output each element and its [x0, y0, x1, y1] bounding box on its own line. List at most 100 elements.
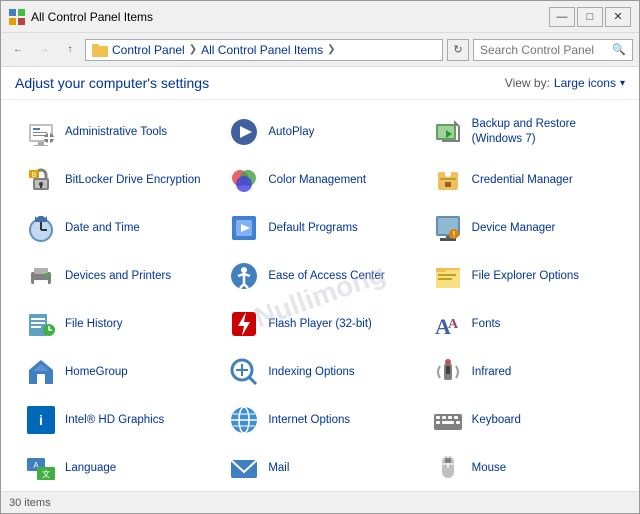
flash-icon — [228, 308, 260, 340]
control-item-label-credential: Credential Manager — [472, 173, 573, 188]
intel-graphics-icon: i — [25, 404, 57, 436]
control-item-label-file-explorer: File Explorer Options — [472, 269, 579, 284]
control-item-color-mgmt[interactable]: Color Management — [218, 156, 421, 204]
control-item-label-devices-printers: Devices and Printers — [65, 269, 171, 284]
homegroup-icon — [25, 356, 57, 388]
view-by-value[interactable]: Large icons — [554, 76, 616, 90]
minimize-button[interactable]: — — [549, 7, 575, 27]
title-bar: All Control Panel Items — □ ✕ — [1, 1, 639, 33]
path-sep-1: ❯ — [189, 44, 197, 55]
control-item-label-keyboard: Keyboard — [472, 413, 521, 428]
control-item-label-default-programs: Default Programs — [268, 221, 357, 236]
control-item-label-datetime: Date and Time — [65, 221, 140, 236]
mail-icon — [228, 452, 260, 484]
control-item-label-color-mgmt: Color Management — [268, 173, 366, 188]
path-sep-2: ❯ — [327, 44, 335, 55]
keyboard-icon — [432, 404, 464, 436]
svg-text:i: i — [39, 412, 43, 428]
content-area: Adjust your computer's settings View by:… — [1, 67, 639, 491]
backup-icon — [432, 116, 464, 148]
devices-printers-icon — [25, 260, 57, 292]
control-item-file-explorer[interactable]: File Explorer Options — [422, 252, 625, 300]
header-bar: Adjust your computer's settings View by:… — [1, 67, 639, 100]
control-item-label-internet-options: Internet Options — [268, 413, 350, 428]
svg-text:B: B — [32, 172, 37, 179]
main-content: Adjust your computer's settings View by:… — [1, 67, 639, 491]
control-item-mail[interactable]: Mail — [218, 444, 421, 491]
color-mgmt-icon — [228, 164, 260, 196]
search-icon[interactable]: 🔍 — [612, 43, 626, 56]
device-manager-icon: ! — [432, 212, 464, 244]
control-item-label-bitlocker: BitLocker Drive Encryption — [65, 173, 201, 188]
refresh-button[interactable]: ↻ — [447, 39, 469, 61]
control-item-credential[interactable]: Credential Manager — [422, 156, 625, 204]
search-input[interactable] — [480, 43, 608, 57]
control-item-label-intel-graphics: Intel® HD Graphics — [65, 413, 164, 428]
items-container: Nullimong Administrative ToolsAutoPlayBa… — [1, 100, 639, 491]
svg-text:A: A — [448, 317, 459, 332]
control-item-label-file-history: File History — [65, 317, 123, 332]
close-button[interactable]: ✕ — [605, 7, 631, 27]
status-bar: 30 items — [1, 491, 639, 513]
control-item-backup[interactable]: Backup and Restore (Windows 7) — [422, 108, 625, 156]
view-chevron-icon[interactable]: ▾ — [620, 78, 625, 89]
window-controls: — □ ✕ — [549, 7, 631, 27]
control-item-device-manager[interactable]: ! Device Manager — [422, 204, 625, 252]
control-item-label-flash: Flash Player (32-bit) — [268, 317, 372, 332]
control-item-label-autoplay: AutoPlay — [268, 125, 314, 140]
control-item-label-device-manager: Device Manager — [472, 221, 556, 236]
control-item-label-mouse: Mouse — [472, 461, 507, 476]
control-item-label-homegroup: HomeGroup — [65, 365, 128, 380]
control-item-label-indexing: Indexing Options — [268, 365, 354, 380]
control-item-label-admin-tools: Administrative Tools — [65, 125, 167, 140]
folder-icon — [92, 42, 108, 58]
control-item-devices-printers[interactable]: Devices and Printers — [15, 252, 218, 300]
control-item-homegroup[interactable]: HomeGroup — [15, 348, 218, 396]
control-item-internet-options[interactable]: Internet Options — [218, 396, 421, 444]
control-item-fonts[interactable]: AAFonts — [422, 300, 625, 348]
control-item-ease-access[interactable]: Ease of Access Center — [218, 252, 421, 300]
control-item-mouse[interactable]: Mouse — [422, 444, 625, 491]
path-part-2[interactable]: All Control Panel Items — [201, 43, 323, 57]
indexing-icon — [228, 356, 260, 388]
forward-button[interactable]: → — [33, 39, 55, 61]
internet-options-icon — [228, 404, 260, 436]
control-item-file-history[interactable]: File History — [15, 300, 218, 348]
search-box[interactable]: 🔍 — [473, 39, 633, 61]
window-title: All Control Panel Items — [31, 10, 153, 24]
control-item-label-infrared: Infrared — [472, 365, 512, 380]
address-path[interactable]: Control Panel ❯ All Control Panel Items … — [85, 39, 443, 61]
window-icon — [9, 9, 25, 25]
control-item-datetime[interactable]: Date and Time — [15, 204, 218, 252]
main-window: All Control Panel Items — □ ✕ ← → ↑ Cont… — [0, 0, 640, 514]
page-title: Adjust your computer's settings — [15, 75, 209, 91]
ease-access-icon — [228, 260, 260, 292]
default-programs-icon — [228, 212, 260, 244]
control-item-flash[interactable]: Flash Player (32-bit) — [218, 300, 421, 348]
credential-icon — [432, 164, 464, 196]
control-item-intel-graphics[interactable]: i Intel® HD Graphics — [15, 396, 218, 444]
control-item-autoplay[interactable]: AutoPlay — [218, 108, 421, 156]
back-button[interactable]: ← — [7, 39, 29, 61]
control-item-admin-tools[interactable]: Administrative Tools — [15, 108, 218, 156]
bitlocker-icon: B — [25, 164, 57, 196]
items-grid: Administrative Tools AutoPlay Backup and R… — [15, 108, 625, 491]
control-item-keyboard[interactable]: Keyboard — [422, 396, 625, 444]
control-item-label-ease-access: Ease of Access Center — [268, 269, 384, 284]
view-options: View by: Large icons ▾ — [505, 76, 625, 90]
control-item-language[interactable]: A文Language — [15, 444, 218, 491]
mouse-icon — [432, 452, 464, 484]
up-button[interactable]: ↑ — [59, 39, 81, 61]
svg-text:文: 文 — [42, 469, 50, 479]
autoplay-icon — [228, 116, 260, 148]
control-item-default-programs[interactable]: Default Programs — [218, 204, 421, 252]
svg-text:!: ! — [452, 230, 455, 239]
status-count: 30 items — [9, 497, 51, 509]
control-item-bitlocker[interactable]: B BitLocker Drive Encryption — [15, 156, 218, 204]
control-item-label-mail: Mail — [268, 461, 289, 476]
path-part-1[interactable]: Control Panel — [112, 43, 185, 57]
control-item-infrared[interactable]: Infrared — [422, 348, 625, 396]
datetime-icon — [25, 212, 57, 244]
control-item-indexing[interactable]: Indexing Options — [218, 348, 421, 396]
maximize-button[interactable]: □ — [577, 7, 603, 27]
